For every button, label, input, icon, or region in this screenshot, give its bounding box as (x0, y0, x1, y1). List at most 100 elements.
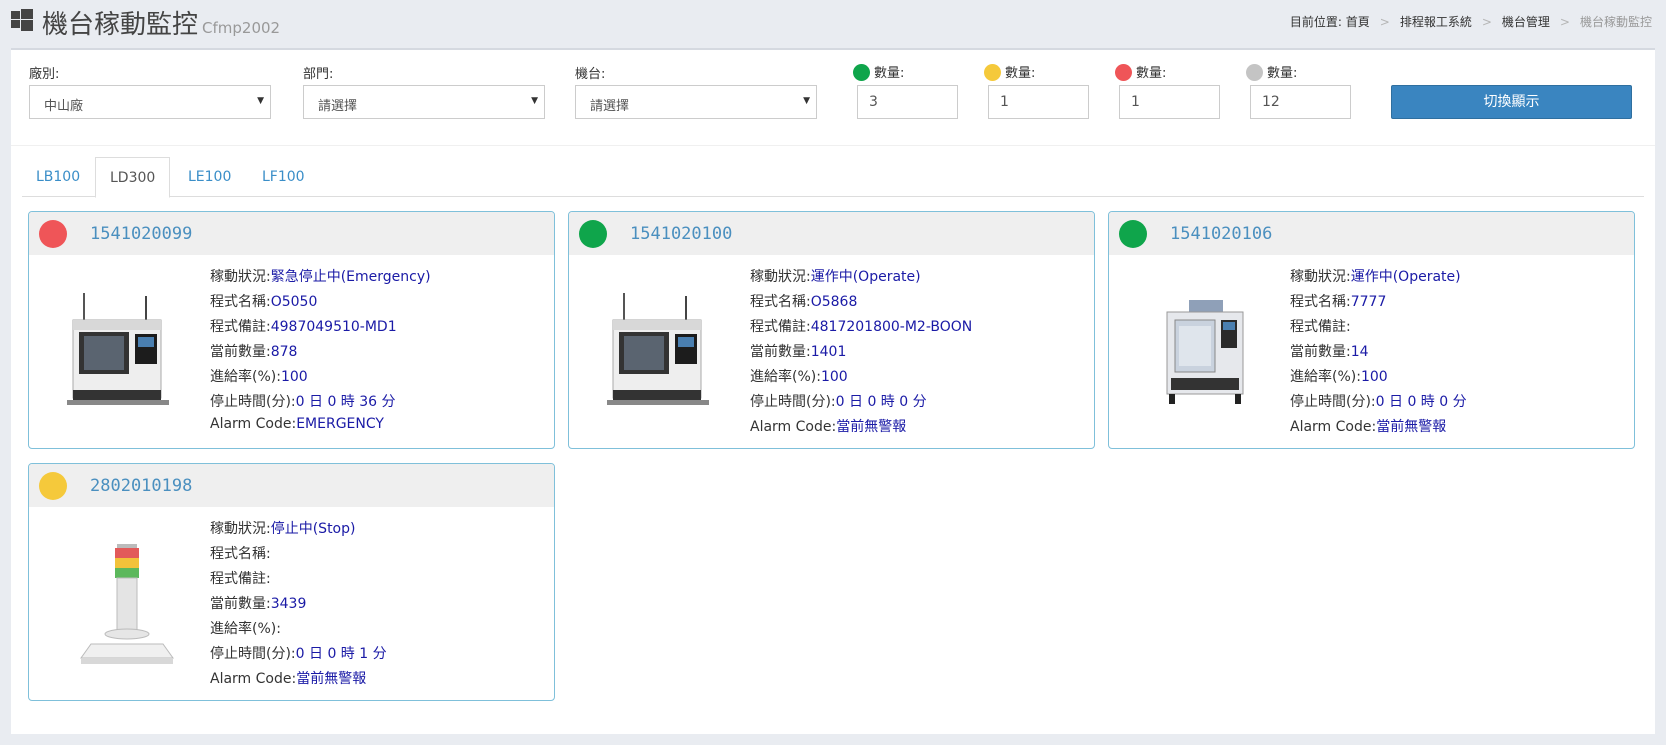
program-name-row: 程式名稱:O5868 (750, 291, 972, 316)
department-select[interactable]: 請選擇 ▼ (303, 85, 545, 119)
card-header: 1541020106 (1109, 212, 1634, 255)
caret-down-icon: ▼ (531, 96, 538, 106)
green-count-label-text: 數量: (874, 66, 905, 81)
yellow-count-label: 數量: (984, 62, 1035, 81)
red-status-dot-icon (39, 220, 67, 248)
current-qty-label: 當前數量: (1290, 344, 1351, 360)
red-count-field[interactable]: 1 (1119, 85, 1220, 119)
breadcrumb-machine-mgmt[interactable]: 機台管理 (1502, 15, 1550, 29)
machine-card[interactable]: 1541020100 稼動狀況:運作中(Operate) 程式名稱:O5868 … (568, 211, 1095, 449)
windows-logo-icon (11, 9, 33, 31)
machine-id[interactable]: 1541020100 (630, 224, 732, 244)
tab-ld300[interactable]: LD300 (95, 157, 171, 198)
machine-select-value: 請選擇 (590, 99, 630, 114)
yellow-count-field[interactable]: 1 (988, 85, 1089, 119)
status-row: 稼動狀況:停止中(Stop) (210, 518, 387, 543)
alarm-code-label: Alarm Code: (210, 671, 297, 687)
program-name-label: 程式名稱: (210, 546, 271, 562)
page-header: 機台稼動監控 Cfmp2002 目前位置: 首頁 > 排程報工系統 > 機台管理 > 機台稼動… (0, 0, 1666, 46)
feed-rate-label: 進給率(%): (210, 621, 281, 637)
stop-time-value: 0 日 0 時 36 分 (295, 394, 396, 410)
feed-rate-row: 進給率(%): (210, 618, 387, 643)
status-row: 稼動狀況:運作中(Operate) (750, 266, 972, 291)
program-name-value: 7777 (1350, 294, 1387, 310)
status-row: 稼動狀況:緊急停止中(Emergency) (210, 266, 431, 291)
program-name-row: 程式名稱:O5050 (210, 291, 431, 316)
program-name-label: 程式名稱: (1290, 294, 1351, 310)
current-qty-value: 14 (1350, 344, 1369, 360)
page-title-text: 機台稼動監控 (42, 10, 199, 40)
machine-select[interactable]: 請選擇 ▼ (575, 85, 817, 119)
tab-lf100[interactable]: LF100 (248, 157, 319, 198)
machine-id[interactable]: 1541020106 (1170, 224, 1272, 244)
current-qty-row: 當前數量:878 (210, 341, 431, 366)
machine-card[interactable]: 2802010198 稼動狀況:停止中(Stop) 程式名稱: 程式備註: 當前… (28, 463, 555, 701)
gray-count-field[interactable]: 12 (1250, 85, 1351, 119)
program-note-label: 程式備註: (210, 571, 271, 587)
vertical-machining-center-image (1166, 300, 1244, 404)
stop-time-value: 0 日 0 時 1 分 (295, 646, 387, 662)
factory-label: 廠別: (29, 67, 60, 82)
machine-card[interactable]: 1541020106 稼動狀況:運作中(Operate) 程式名稱:7777 程… (1108, 211, 1635, 449)
program-note-label: 程式備註: (750, 319, 811, 335)
line-tabs: LB100 LD300 LE100 LF100 (22, 157, 1644, 198)
program-note-value: 4987049510-MD1 (270, 319, 397, 335)
red-count-label-text: 數量: (1136, 66, 1167, 81)
status-label: 稼動狀況: (210, 269, 271, 285)
program-note-row: 程式備註: (1290, 316, 1467, 341)
gray-status-dot-icon (1246, 64, 1263, 81)
gray-count-label: 數量: (1246, 62, 1297, 81)
stop-time-label: 停止時間(分): (1290, 394, 1376, 410)
stop-time-row: 停止時間(分):0 日 0 時 1 分 (210, 643, 387, 668)
yellow-count-label-text: 數量: (1005, 66, 1036, 81)
status-label: 稼動狀況: (210, 521, 271, 537)
current-qty-row: 當前數量:14 (1290, 341, 1467, 366)
card-header: 2802010198 (29, 464, 554, 507)
green-status-dot-icon (1119, 220, 1147, 248)
current-qty-row: 當前數量:3439 (210, 593, 387, 618)
page-subtitle: Cfmp2002 (202, 19, 281, 37)
cnc-machine-image (607, 293, 709, 405)
status-value: 緊急停止中(Emergency) (270, 269, 431, 285)
stop-time-value: 0 日 0 時 0 分 (1375, 394, 1467, 410)
status-label: 稼動狀況: (1290, 269, 1351, 285)
stop-time-row: 停止時間(分):0 日 0 時 36 分 (210, 391, 431, 416)
alarm-code-row: Alarm Code:當前無警報 (1290, 416, 1467, 441)
machine-card[interactable]: 1541020099 稼動狀況:緊急停止中(Emergency) 程式名稱:O5… (28, 211, 555, 449)
feed-rate-value: 100 (820, 369, 848, 385)
breadcrumb-current: 機台稼動監控 (1579, 15, 1652, 29)
status-value: 運作中(Operate) (1350, 269, 1461, 285)
stop-time-label: 停止時間(分): (750, 394, 836, 410)
breadcrumb-home[interactable]: 目前位置: 首頁 (1290, 15, 1370, 29)
machine-info: 稼動狀況:緊急停止中(Emergency) 程式名稱:O5050 程式備註:49… (210, 266, 431, 441)
program-name-row: 程式名稱:7777 (1290, 291, 1467, 316)
alarm-code-row: Alarm Code:當前無警報 (750, 416, 972, 441)
green-status-dot-icon (579, 220, 607, 248)
current-qty-value: 3439 (270, 596, 307, 612)
program-note-row: 程式備註:4817201800-M2-BOON (750, 316, 972, 341)
alarm-code-value: 當前無警報 (296, 671, 367, 687)
breadcrumb: 目前位置: 首頁 > 排程報工系統 > 機台管理 > 機台稼動監控 (1289, 15, 1652, 29)
breadcrumb-scheduling[interactable]: 排程報工系統 (1400, 15, 1472, 29)
page-title: 機台稼動監控 Cfmp2002 (42, 4, 280, 41)
alarm-code-label: Alarm Code: (750, 419, 837, 435)
green-count-field[interactable]: 3 (857, 85, 958, 119)
feed-rate-row: 進給率(%):100 (210, 366, 431, 391)
factory-select[interactable]: 中山廠 ▼ (29, 85, 271, 119)
toggle-display-button[interactable]: 切換顯示 (1391, 85, 1632, 119)
cnc-machine-image (67, 293, 169, 405)
alarm-code-label: Alarm Code: (1290, 419, 1377, 435)
machine-id[interactable]: 2802010198 (90, 476, 192, 496)
current-qty-label: 當前數量: (750, 344, 811, 360)
feed-rate-label: 進給率(%): (1290, 369, 1361, 385)
machine-id[interactable]: 1541020099 (90, 224, 192, 244)
tab-le100[interactable]: LE100 (174, 157, 245, 198)
stop-time-label: 停止時間(分): (210, 394, 296, 410)
status-label: 稼動狀況: (750, 269, 811, 285)
caret-down-icon: ▼ (803, 96, 810, 106)
alarm-code-label: Alarm Code: (210, 416, 297, 432)
tab-lb100[interactable]: LB100 (22, 157, 94, 198)
alarm-code-value: 當前無警報 (1376, 419, 1447, 435)
feed-rate-row: 進給率(%):100 (1290, 366, 1467, 391)
stop-time-row: 停止時間(分):0 日 0 時 0 分 (1290, 391, 1467, 416)
